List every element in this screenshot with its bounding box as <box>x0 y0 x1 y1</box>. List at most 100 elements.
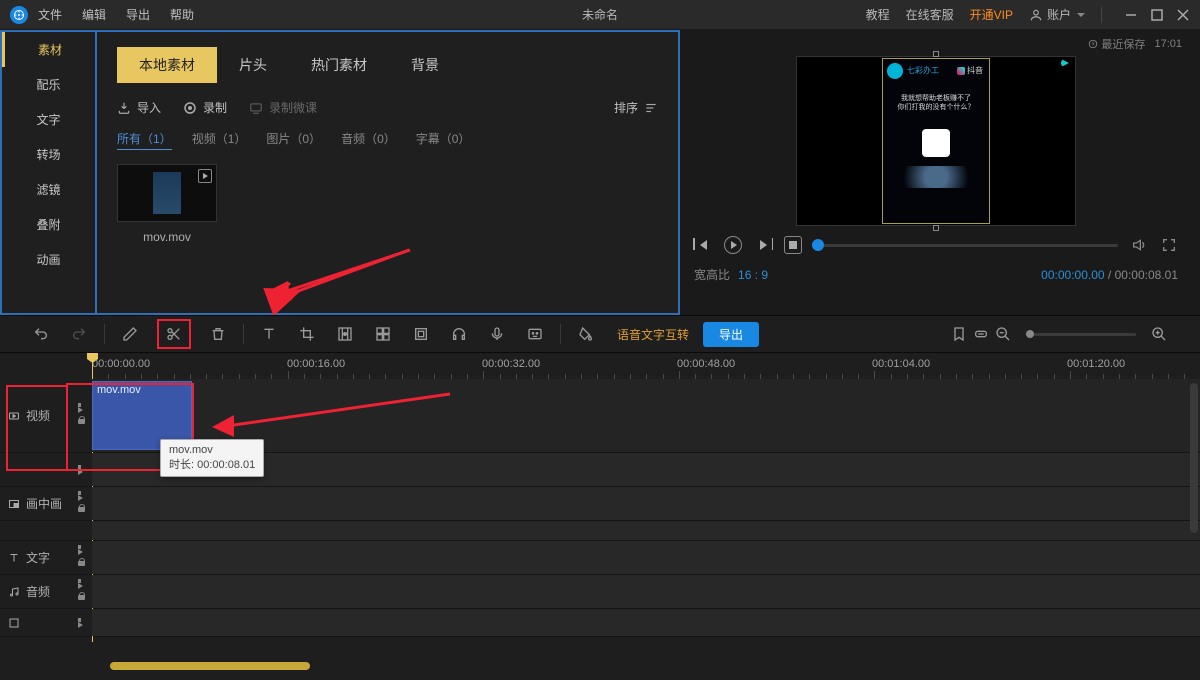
next-frame-button[interactable] <box>754 236 772 254</box>
zoom-out-button[interactable] <box>992 323 1014 345</box>
track-body-video[interactable]: mov.mov mov.mov 时长: 00:00:08.01 <box>92 379 1200 452</box>
redo-button[interactable] <box>68 323 90 345</box>
sidebar-item-material[interactable]: 素材 <box>2 32 95 67</box>
lock-icon[interactable] <box>78 419 88 429</box>
user-icon <box>1029 8 1043 22</box>
pen-button[interactable] <box>119 323 141 345</box>
mute-icon[interactable] <box>78 618 88 628</box>
sidebar-item-overlay[interactable]: 叠附 <box>2 207 95 242</box>
progress-track[interactable] <box>814 244 1118 247</box>
zoom-handle[interactable] <box>1026 330 1034 338</box>
fullscreen-icon <box>1161 237 1177 253</box>
media-tab-intro[interactable]: 片头 <box>217 47 289 83</box>
dub-button[interactable] <box>448 323 470 345</box>
link-service[interactable]: 在线客服 <box>906 6 954 23</box>
marker-button[interactable] <box>948 323 970 345</box>
progress-handle[interactable] <box>812 239 824 251</box>
track-body[interactable] <box>92 609 1200 636</box>
resize-handle-top[interactable] <box>933 51 939 57</box>
fullscreen-button[interactable] <box>1160 236 1178 254</box>
zoom-slider[interactable] <box>1026 333 1136 336</box>
link-vip[interactable]: 开通VIP <box>970 6 1013 23</box>
mosaic-button[interactable] <box>334 323 356 345</box>
menu-export[interactable]: 导出 <box>126 6 150 23</box>
menu-file[interactable]: 文件 <box>38 6 62 23</box>
filter-audio[interactable]: 音频（0） <box>341 130 396 150</box>
sort-button[interactable]: 排序 <box>614 99 658 116</box>
preview-stage[interactable]: 七彩办工 抖音 我就想帮助老板赚不了 你们打我的没有个什么？ <box>796 56 1076 226</box>
link-tutorial[interactable]: 教程 <box>866 6 890 23</box>
resize-handle-bottom[interactable] <box>933 225 939 231</box>
filter-all[interactable]: 所有（1） <box>117 130 172 150</box>
account-menu[interactable]: 账户 <box>1029 6 1085 23</box>
sidebar-item-music[interactable]: 配乐 <box>2 67 95 102</box>
cut-button[interactable] <box>163 323 185 345</box>
sidebar-item-filter[interactable]: 滤镜 <box>2 172 95 207</box>
media-tab-hot[interactable]: 热门素材 <box>289 47 389 83</box>
mute-icon[interactable] <box>78 579 88 589</box>
zoom-in-button[interactable] <box>1148 323 1170 345</box>
sidebar-item-animation[interactable]: 动画 <box>2 242 95 277</box>
filter-subtitle[interactable]: 字幕（0） <box>416 130 471 150</box>
play-button[interactable] <box>724 236 742 254</box>
stop-button[interactable] <box>784 236 802 254</box>
scrollbar-thumb[interactable] <box>1190 383 1198 533</box>
track-head-pip[interactable]: 画中画 <box>0 487 92 520</box>
horizontal-scrollbar[interactable] <box>100 662 1188 672</box>
export-button[interactable]: 导出 <box>703 322 759 347</box>
mute-icon[interactable] <box>78 491 88 501</box>
watermark-text: 七彩办工 <box>907 65 939 76</box>
track-spacer <box>0 521 1200 541</box>
import-button[interactable]: 导入 <box>117 99 161 116</box>
mute-icon[interactable] <box>78 465 88 475</box>
crop-button[interactable] <box>296 323 318 345</box>
sidebar-item-transition[interactable]: 转场 <box>2 137 95 172</box>
close-button[interactable] <box>1176 8 1190 22</box>
volume-button[interactable] <box>1130 236 1148 254</box>
filter-image[interactable]: 图片（0） <box>266 130 321 150</box>
record-lesson-button[interactable]: 录制微课 <box>249 99 317 116</box>
fit-button[interactable] <box>970 323 992 345</box>
record-button[interactable]: 录制 <box>183 99 227 116</box>
lock-icon[interactable] <box>78 561 88 571</box>
media-tab-background[interactable]: 背景 <box>389 47 461 83</box>
track-body[interactable] <box>92 541 1200 574</box>
maximize-button[interactable] <box>1150 8 1164 22</box>
delete-button[interactable] <box>207 323 229 345</box>
lock-icon[interactable] <box>78 507 88 517</box>
timeline-ruler[interactable]: 00:00:00.00 00:00:16.00 00:00:32.00 00:0… <box>92 353 1190 379</box>
color-button[interactable] <box>575 323 597 345</box>
preview-panel: 最近保存 17:01 七彩办工 抖音 我就想帮助老板赚不了 你们打我的没有个什么… <box>680 30 1200 315</box>
media-thumbnail[interactable] <box>117 164 217 222</box>
track-body[interactable] <box>92 575 1200 608</box>
track-body[interactable] <box>92 487 1200 520</box>
sidebar-item-text[interactable]: 文字 <box>2 102 95 137</box>
track-head-extra[interactable] <box>0 609 92 636</box>
lock-icon[interactable] <box>78 595 88 605</box>
track-head-video[interactable]: 视频 <box>0 379 92 452</box>
mute-icon[interactable] <box>78 403 88 413</box>
freeze-button[interactable] <box>410 323 432 345</box>
track-head-audio[interactable]: 音频 <box>0 575 92 608</box>
track-head-text[interactable]: 文字 <box>0 541 92 574</box>
scrollbar-thumb[interactable] <box>110 662 310 670</box>
vertical-scrollbar[interactable] <box>1190 383 1198 660</box>
mute-icon[interactable] <box>78 545 88 555</box>
aspect-value[interactable]: 16 : 9 <box>738 268 768 282</box>
media-tab-local[interactable]: 本地素材 <box>117 47 217 83</box>
face-button[interactable] <box>524 323 546 345</box>
voice-text-convert-button[interactable]: 语音文字互转 <box>617 326 689 343</box>
voice-button[interactable] <box>486 323 508 345</box>
minimize-button[interactable] <box>1124 8 1138 22</box>
filter-video[interactable]: 视频（1） <box>192 130 247 150</box>
track-head-video-sub[interactable] <box>0 453 92 486</box>
menu-edit[interactable]: 编辑 <box>82 6 106 23</box>
pip-icon <box>8 498 20 510</box>
ruler-label: 00:01:20.00 <box>1067 358 1125 370</box>
undo-button[interactable] <box>30 323 52 345</box>
grid-button[interactable] <box>372 323 394 345</box>
text-tool-button[interactable] <box>258 323 280 345</box>
prev-frame-button[interactable] <box>694 236 712 254</box>
menu-help[interactable]: 帮助 <box>170 6 194 23</box>
freeze-icon <box>413 326 429 342</box>
